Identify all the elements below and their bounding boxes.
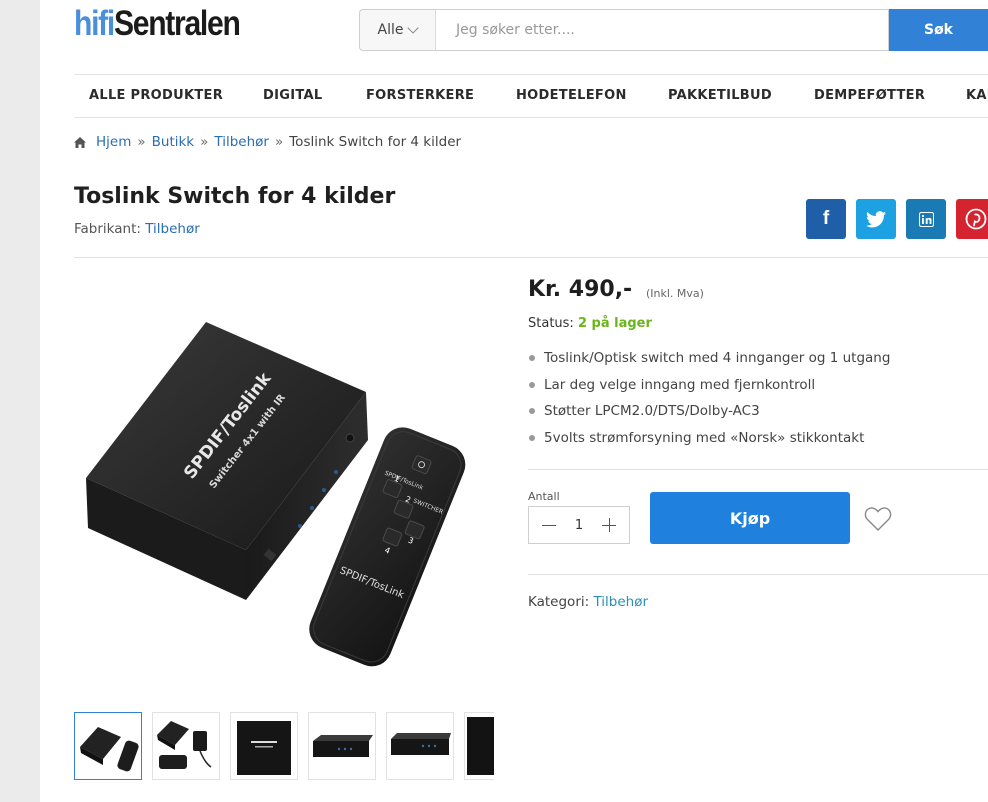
breadcrumb-separator: » (137, 134, 146, 150)
left-gutter (0, 0, 40, 802)
quantity-input[interactable]: 1 (575, 518, 583, 533)
feature-list: Toslink/Optisk switch med 4 innganger og… (528, 348, 890, 455)
buy-divider (528, 574, 988, 575)
product-category: Kategori: Tilbehør (528, 594, 648, 610)
product-thumbnail[interactable] (74, 712, 142, 780)
thumbnail-image (80, 727, 139, 772)
search-bar: Alle Jeg søker etter.... Søk (359, 9, 988, 51)
product-thumbnail[interactable] (308, 712, 376, 780)
product-price: Kr. 490,- (528, 277, 633, 302)
main-nav: ALLE PRODUKTER DIGITAL FORSTERKERE HODET… (74, 74, 988, 118)
stock-status-label: Status: (528, 316, 574, 331)
bullet-icon (529, 408, 535, 415)
category-link[interactable]: Tilbehør (593, 594, 648, 610)
nav-item-kai[interactable]: KAI (966, 75, 988, 117)
manufacturer: Fabrikant: Tilbehør (74, 221, 200, 237)
buy-button[interactable]: Kjøp (650, 492, 850, 544)
quantity-decrease-button[interactable] (542, 524, 556, 526)
feature-text: 5volts strømforsyning med «Norsk» stikko… (544, 430, 865, 447)
thumbnail-image (313, 735, 373, 757)
category-label: Kategori: (528, 594, 590, 610)
nav-item-digital[interactable]: DIGITAL (263, 75, 322, 117)
heart-icon[interactable] (864, 506, 892, 532)
product-thumbnail[interactable] (464, 712, 494, 780)
product-thumbnail[interactable] (152, 712, 220, 780)
features-divider (528, 469, 988, 470)
breadcrumb-category[interactable]: Tilbehør (214, 134, 269, 150)
search-input[interactable]: Jeg søker etter.... (435, 9, 889, 51)
quantity-stepper: 1 (528, 506, 630, 544)
pinterest-icon (965, 208, 987, 230)
logo-part-hifi: hifi (74, 4, 115, 43)
breadcrumb-separator: » (200, 134, 209, 150)
breadcrumb-shop[interactable]: Butikk (152, 134, 195, 150)
product-main-image[interactable]: SPDIF/Toslink Switcher 4x1 with IR SPDIF… (74, 288, 494, 678)
thumbnail-image (467, 717, 494, 775)
nav-item-hodetelefon[interactable]: HODETELEFON (516, 75, 627, 117)
bullet-icon (529, 381, 535, 388)
thumbnail-image (391, 733, 451, 755)
thumbnail-image (237, 721, 291, 775)
linkedin-icon (918, 211, 934, 227)
manufacturer-label: Fabrikant: (74, 221, 141, 237)
product-thumbnail[interactable] (386, 712, 454, 780)
manufacturer-link[interactable]: Tilbehør (145, 221, 200, 237)
product-thumbnail[interactable] (230, 712, 298, 780)
search-category-label: Alle (377, 22, 404, 38)
quantity-increase-button[interactable] (602, 518, 616, 532)
price-vat-note: (Inkl. Mva) (646, 287, 704, 300)
site-logo[interactable]: hifi Sentralen (74, 4, 241, 44)
bullet-icon (529, 435, 535, 442)
search-button[interactable]: Søk (889, 9, 988, 51)
list-item: Lar deg velge inngang med fjernkontroll (528, 375, 890, 402)
feature-text: Lar deg velge inngang med fjernkontroll (544, 376, 816, 393)
bullet-icon (529, 355, 535, 361)
feature-text: Toslink/Optisk switch med 4 innganger og… (544, 350, 891, 366)
stock-status-value: 2 på lager (577, 316, 652, 331)
list-item: 5volts strømforsyning med «Norsk» stikko… (528, 428, 890, 455)
search-category-select[interactable]: Alle (359, 9, 435, 51)
share-pinterest-button[interactable] (956, 199, 988, 239)
home-icon (74, 136, 86, 148)
quantity-label: Antall (528, 490, 560, 503)
breadcrumb-home[interactable]: Hjem (96, 134, 131, 150)
share-linkedin-button[interactable] (906, 199, 946, 239)
product-title: Toslink Switch for 4 kilder (74, 184, 396, 209)
breadcrumb-separator: » (274, 134, 284, 150)
share-twitter-button[interactable] (856, 199, 896, 239)
nav-item-dempefotter[interactable]: DEMPEFØTTER (814, 75, 925, 117)
facebook-icon: f (822, 208, 830, 229)
nav-item-alle-produkter[interactable]: ALLE PRODUKTER (89, 75, 223, 117)
nav-item-forsterkere[interactable]: FORSTERKERE (366, 75, 474, 117)
breadcrumb: Hjem » Butikk » Tilbehør » Toslink Switc… (74, 132, 461, 152)
feature-text: Støtter LPCM2.0/DTS/Dolby-AC3 (544, 403, 760, 420)
stock-status: Status: 2 på lager (528, 316, 652, 331)
title-divider (74, 257, 988, 258)
chevron-down-icon (407, 22, 420, 34)
list-item: Toslink/Optisk switch med 4 innganger og… (528, 348, 890, 375)
twitter-icon (866, 210, 886, 227)
nav-item-pakketilbud[interactable]: PAKKETILBUD (668, 75, 772, 117)
breadcrumb-current: Toslink Switch for 4 kilder (289, 134, 462, 150)
thumbnail-image (157, 721, 212, 769)
share-facebook-button[interactable]: f (806, 199, 846, 239)
logo-part-sentralen: Sentralen (113, 4, 241, 43)
list-item: Støtter LPCM2.0/DTS/Dolby-AC3 (528, 401, 890, 428)
